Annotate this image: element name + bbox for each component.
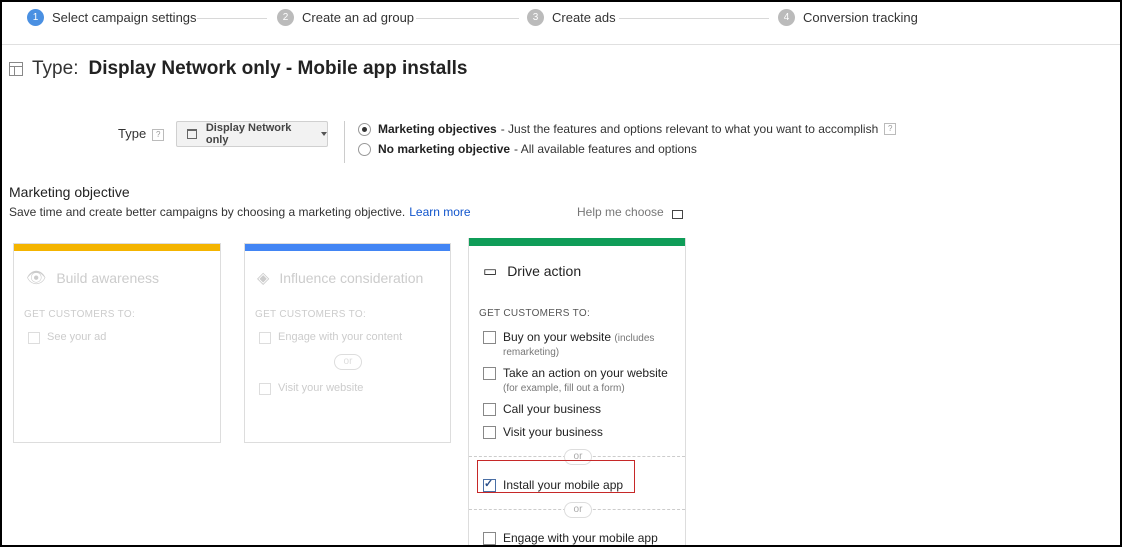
checkbox-label: See your ad [47,331,107,343]
step-number-badge: 2 [277,9,294,26]
step-number-badge: 3 [527,9,544,26]
help-icon[interactable]: ? [152,129,165,141]
step-select-campaign-settings[interactable]: 1 Select campaign settings [27,9,197,26]
type-heading-value: Display Network only - Mobile app instal… [88,58,468,79]
directions-icon: ◈ [257,270,270,287]
checkbox-visit-website: Visit your website [259,382,363,395]
step-label: Select campaign settings [52,10,197,25]
radio-label-desc: - All available features and options [514,142,697,156]
get-customers-label: GET CUSTOMERS TO: [479,308,591,319]
radio-label-desc: - Just the features and options relevant… [500,122,879,136]
get-customers-label: GET CUSTOMERS TO: [24,309,136,320]
checkbox[interactable] [483,403,496,416]
objective-subtitle-text: Save time and create better campaigns by… [9,205,406,219]
type-field-label: Type? [118,126,165,141]
divider [344,121,345,163]
checkbox-call-business[interactable]: Call your business [483,402,601,416]
radio-button-selected[interactable] [358,122,371,136]
checkbox[interactable] [483,367,496,380]
checkbox-label: Call your business [503,402,602,416]
checkbox-label-group: Take an action on your website (for exam… [503,366,668,394]
card-color-bar [469,238,685,246]
or-divider: or [564,502,592,518]
get-customers-label: GET CUSTOMERS TO: [255,309,367,320]
step-connector [197,18,267,19]
checkbox-see-your-ad: See your ad [28,331,106,344]
step-label: Create an ad group [302,10,415,25]
card-title-text: Drive action [507,263,582,279]
card-title: 👁 Build awareness [26,268,159,288]
radio-no-marketing-objective[interactable]: No marketing objective - All available f… [358,142,697,156]
step-connector [416,18,519,19]
checkbox[interactable] [483,532,496,545]
step-conversion-tracking[interactable]: 4 Conversion tracking [778,9,918,26]
checkbox [259,332,271,344]
checkbox[interactable] [483,331,496,344]
step-create-ad-group[interactable]: 2 Create an ad group [277,9,414,26]
step-number-badge: 1 [27,9,44,26]
chat-bubble-icon [671,209,683,219]
card-color-bar [245,244,450,251]
checkbox-label: Install your mobile app [503,478,624,492]
objective-title: Marketing objective [9,184,130,200]
checkbox-label: Engage with your mobile app [503,531,658,545]
learn-more-link[interactable]: Learn more [409,205,470,219]
step-label: Conversion tracking [803,10,918,25]
checkbox-label: Visit your website [278,382,364,394]
radio-label-bold: Marketing objectives [378,122,497,136]
objective-card-influence-consideration[interactable]: ◈ Influence consideration GET CUSTOMERS … [244,243,451,443]
step-label: Create ads [552,10,616,25]
checkbox-label: Visit your business [503,425,603,439]
network-type-dropdown[interactable]: Display Network only [176,121,328,147]
card-title: ▭ Drive action [483,262,581,280]
checkbox-label-group: Buy on your website (includes remarketin… [503,330,654,358]
card-color-bar [14,244,220,251]
checkbox-install-mobile-app[interactable]: Install your mobile app [483,477,624,492]
checkbox-engage-content: Engage with your content [259,331,402,344]
section-heading: Type: Display Network only - Mobile app … [9,58,468,80]
app-frame: 1 Select campaign settings 2 Create an a… [0,0,1122,547]
checkbox-note: (includes [614,333,655,344]
dropdown-value: Display Network only [205,122,292,146]
type-label-text: Type [118,126,147,141]
card-title-text: Influence consideration [279,270,424,286]
checkbox-note: (for example, fill out a form) [503,383,625,394]
checkbox-label: Buy on your website [503,330,612,344]
checkbox-label: Engage with your content [278,331,403,343]
help-me-choose-text: Help me choose [577,205,664,219]
chevron-down-icon [321,132,327,136]
checkbox[interactable] [483,426,496,439]
display-network-icon [187,129,197,139]
help-icon[interactable]: ? [884,123,897,135]
help-me-choose-link[interactable]: Help me choose [577,205,683,219]
radio-marketing-objectives[interactable]: Marketing objectives - Just the features… [358,122,897,136]
objective-card-drive-action[interactable]: ▭ Drive action GET CUSTOMERS TO: Buy on … [468,238,686,545]
checkbox-engage-mobile-app[interactable]: Engage with your mobile app [483,531,658,545]
checkbox-checked[interactable] [483,477,496,492]
card-title-text: Build awareness [56,270,160,286]
step-number-badge: 4 [778,9,795,26]
objective-subtitle: Save time and create better campaigns by… [9,205,471,219]
step-connector [619,18,769,19]
eye-icon: 👁 [26,270,47,287]
checkbox-label: Take an action on your website [503,366,668,380]
checkbox [28,332,40,344]
card-title: ◈ Influence consideration [257,268,423,288]
checkbox-buy-on-website[interactable]: Buy on your website (includes remarketin… [483,330,654,358]
or-divider: or [334,354,362,370]
type-heading-label: Type: [32,58,79,79]
radio-button[interactable] [358,142,371,156]
objective-card-build-awareness[interactable]: 👁 Build awareness GET CUSTOMERS TO: See … [13,243,221,443]
radio-label-bold: No marketing objective [378,142,511,156]
section-collapse-icon[interactable] [9,62,23,76]
credit-card-icon: ▭ [483,263,498,280]
checkbox [259,383,271,395]
checkbox-visit-business[interactable]: Visit your business [483,425,603,439]
checkbox-note: remarketing) [503,347,560,358]
checkbox-take-action-website[interactable]: Take an action on your website (for exam… [483,366,668,394]
step-create-ads[interactable]: 3 Create ads [527,9,616,26]
progress-stepper: 1 Select campaign settings 2 Create an a… [2,2,1120,45]
